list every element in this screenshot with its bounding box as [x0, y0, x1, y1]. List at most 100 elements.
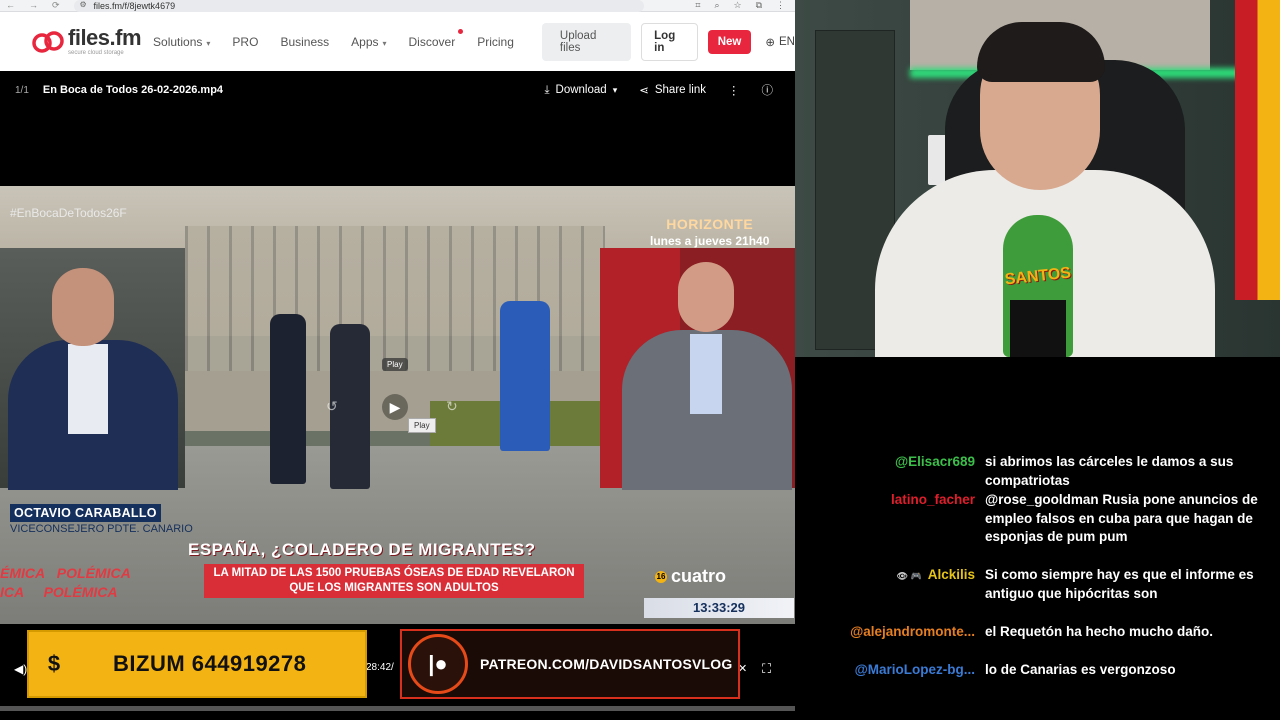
site-header: files.fm secure cloud storage Solutions ▾… — [0, 12, 795, 71]
chevron-down-icon: ▾ — [206, 38, 211, 48]
video-person — [270, 314, 306, 484]
nav-pricing[interactable]: Pricing — [477, 35, 514, 49]
share-label: Share link — [654, 84, 706, 96]
host-head — [678, 262, 734, 332]
reload-icon[interactable]: ⟳ — [52, 0, 60, 11]
share-link-button[interactable]: ⋖ Share link — [639, 83, 706, 97]
chat-username[interactable]: latino_facher — [891, 491, 975, 510]
microphone-body — [1010, 300, 1066, 357]
ticker-polemica: ÉMICA POLÉMICA ICA POLÉMICA — [0, 564, 131, 602]
login-button[interactable]: Log in — [641, 22, 698, 61]
nav-label: Business — [280, 34, 330, 49]
chat-text: si abrimos las cárceles le damos a sus c… — [985, 454, 1234, 488]
url-text: files.fm/f/8jewtk4679 — [93, 0, 176, 11]
play-hover-tooltip: Play — [408, 418, 436, 433]
language-label: EN — [779, 35, 795, 48]
guest-name: OCTAVIO CARABALLO — [10, 504, 161, 522]
chevron-down-icon: ▾ — [612, 84, 618, 95]
nav-label: Discover — [408, 34, 456, 49]
upload-files-button[interactable]: Upload files — [541, 22, 632, 61]
chat-text: @rose_gooldman Rusia pone anuncios de em… — [985, 492, 1258, 544]
streamer-hair — [977, 22, 1105, 82]
chat-username[interactable]: 👁 🎮 Alckilis — [897, 566, 975, 586]
browser-toolbar: ← → ⟳ ⚙ files.fm/f/8jewtk4679 ⌗ ⌕ ☆ ⧉ ⋮ — [0, 0, 795, 12]
guest-lower-third: OCTAVIO CARABALLO VICECONSEJERO PDTE. CA… — [10, 504, 193, 535]
globe-icon: ⊕ — [765, 36, 776, 49]
program-schedule: lunes a jueves 21h40 — [650, 234, 770, 248]
nav-label: Pricing — [477, 34, 514, 49]
nav-discover[interactable]: Discover — [408, 28, 464, 49]
fullscreen-icon[interactable]: ⛶ — [762, 661, 771, 677]
dollar-icon: $ — [47, 651, 61, 676]
chat-text: el Requetón ha hecho mucho daño. — [985, 624, 1214, 639]
forward-icon[interactable]: → — [29, 0, 38, 11]
host-video-inset — [600, 248, 795, 490]
spain-flag — [1235, 0, 1280, 300]
main-nav: Solutions ▾ PRO Business Apps ▾ Discover P… — [153, 28, 536, 49]
patreon-banner: |● PATREON.COM/DAVIDSANTOSVLOG — [400, 629, 740, 699]
menu-dots-icon[interactable]: ⋮ — [776, 0, 785, 11]
brand-name: files.fm — [68, 25, 142, 50]
nav-solutions[interactable]: Solutions ▾ — [153, 35, 210, 49]
new-button[interactable]: New — [707, 29, 752, 54]
download-button[interactable]: ⤓ Download ▾ — [544, 84, 617, 97]
file-toolbar: 1/1 En Boca de Todos 26-02-2026.mp4 ⤓ Dow… — [0, 71, 795, 109]
nav-label: PRO — [232, 34, 259, 49]
news-headline: ESPAÑA, ¿COLADERO DE MIGRANTES? — [188, 540, 536, 559]
back-icon[interactable]: ← — [6, 0, 15, 11]
news-subheadline: LA MITAD DE LAS 1500 PRUEBAS ÓSEAS DE ED… — [204, 564, 584, 598]
guest-role: VICECONSEJERO PDTE. CANARIO — [10, 523, 193, 535]
nav-pro[interactable]: PRO — [232, 35, 258, 49]
chat-badges: 👁 🎮 — [896, 571, 922, 581]
rewind-icon[interactable]: ↺ — [326, 398, 338, 415]
language-selector[interactable]: ⊕ EN — [765, 35, 795, 49]
cloud-link-icon — [32, 30, 64, 53]
extensions-icon[interactable]: ⧉ — [756, 0, 762, 11]
chat-username-text: @Elisacr689 — [895, 454, 975, 469]
host-shirt — [690, 334, 722, 414]
program-promo: HORIZONTE lunes a jueves 21h40 — [650, 216, 769, 248]
site-info-icon[interactable]: ⚙ — [80, 0, 87, 9]
progress-bar[interactable] — [0, 706, 795, 711]
volume-icon[interactable]: ◀) — [14, 662, 27, 676]
ticker-text: POLÉMICA — [43, 584, 118, 600]
chevron-down-icon: ▾ — [382, 38, 387, 48]
more-options-icon[interactable]: ⋮ — [728, 83, 740, 97]
chat-username-text: Alckilis — [927, 567, 975, 582]
chat-username[interactable]: @MarioLopez-bg... — [855, 661, 975, 680]
chat-text: lo de Canarias es vergonzoso — [985, 662, 1176, 677]
guest-head — [52, 268, 114, 346]
nav-apps[interactable]: Apps ▾ — [351, 35, 386, 49]
translate-icon[interactable]: ⌗ — [695, 0, 700, 11]
bookmark-star-icon[interactable]: ☆ — [733, 0, 741, 11]
chat-username-text: @alejandromonte... — [850, 624, 975, 639]
video-player[interactable]: #EnBocaDeTodos26F HORIZONTE lunes a juev… — [0, 186, 795, 624]
play-tooltip: Play — [382, 358, 408, 371]
fast-forward-icon[interactable]: ↻ — [446, 398, 458, 415]
bizum-text: BIZUM 644919278 — [113, 651, 307, 676]
time-display: 28:42/ — [366, 662, 394, 673]
play-button[interactable]: ▶ — [382, 394, 408, 420]
brand-tagline: secure cloud storage — [68, 50, 124, 56]
chat-username[interactable]: @Elisacr689 — [895, 453, 975, 472]
ticker-text: POLÉMICA — [56, 565, 131, 581]
address-bar[interactable]: ⚙ files.fm/f/8jewtk4679 — [73, 0, 644, 12]
filesfm-logo[interactable]: files.fm secure cloud storage — [30, 25, 142, 56]
play-icon: ▶ — [389, 398, 401, 415]
share-icon: ⋖ — [639, 85, 649, 97]
info-icon[interactable]: ⓘ — [762, 82, 774, 98]
chat-username-text: latino_facher — [890, 492, 975, 507]
channel-logo: 16 cuatro — [655, 566, 726, 587]
nav-business[interactable]: Business — [280, 35, 329, 49]
age-rating-badge: 16 — [655, 571, 667, 584]
patreon-text: PATREON.COM/DAVIDSANTOSVLOG — [480, 656, 733, 672]
program-title: HORIZONTE — [666, 216, 754, 232]
zoom-icon[interactable]: ⌕ — [714, 0, 719, 11]
streamer-webcam: SANTOS — [795, 0, 1280, 357]
file-counter: 1/1 — [15, 84, 29, 96]
ticker-text: ÉMICA — [0, 565, 46, 581]
chat-username[interactable]: @alejandromonte... — [850, 623, 975, 642]
bizum-banner: $ BIZUM 644919278 — [27, 630, 367, 698]
browser-window: ← → ⟳ ⚙ files.fm/f/8jewtk4679 ⌗ ⌕ ☆ ⧉ ⋮ — [0, 0, 795, 720]
guest-video-inset — [0, 248, 185, 490]
